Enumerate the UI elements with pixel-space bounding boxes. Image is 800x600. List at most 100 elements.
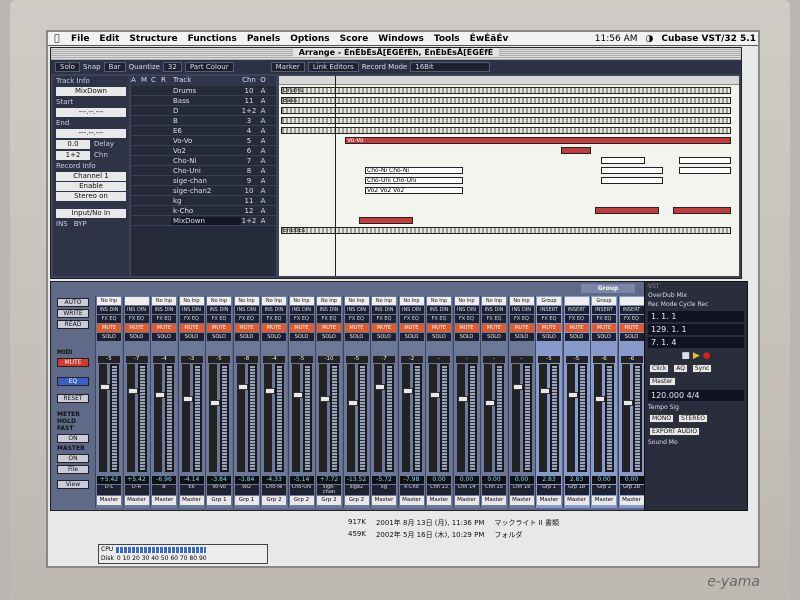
output-route[interactable]: Grp 2 xyxy=(317,496,341,505)
apple-menu-icon[interactable]:  xyxy=(48,34,66,44)
menu-functions[interactable]: Functions xyxy=(183,34,242,44)
track-channel[interactable]: 11 xyxy=(241,197,257,205)
part-kg-a[interactable] xyxy=(595,207,659,214)
input-select[interactable]: No Inp xyxy=(179,297,204,305)
fader-track[interactable] xyxy=(511,364,523,472)
mute-button[interactable]: MUTE xyxy=(97,324,121,332)
track-output[interactable]: A xyxy=(257,127,269,135)
channel-name[interactable]: sige-chan xyxy=(317,485,341,495)
menu-options[interactable]: Options xyxy=(285,34,334,44)
click-button[interactable]: Click xyxy=(649,364,670,373)
part-cho-ni[interactable]: Cho-Ni Cho-Ni xyxy=(365,167,463,174)
output-route[interactable]: Grp 2 xyxy=(262,496,286,505)
stop-icon[interactable]: ■ xyxy=(681,351,690,361)
inspector-track-name[interactable]: MixDown xyxy=(56,87,126,96)
fader-knob[interactable] xyxy=(237,384,248,390)
mute-button[interactable]: MUTE xyxy=(399,324,424,332)
track-name[interactable]: Bass xyxy=(171,97,241,105)
play-icon[interactable]: ▶ xyxy=(693,351,700,361)
input-select[interactable]: No Inp xyxy=(482,297,506,305)
write-button[interactable]: WRITE xyxy=(57,309,89,318)
insert-button[interactable]: INS DIN xyxy=(262,306,286,314)
channel-name[interactable]: kg xyxy=(372,485,396,495)
part-vo2-d[interactable]: Vo2 Vo2 Vo2 xyxy=(365,187,463,194)
track-channel[interactable]: 1+2 xyxy=(241,217,257,225)
track-name[interactable]: Vo2 xyxy=(171,147,241,155)
track-channel[interactable]: 9 xyxy=(241,177,257,185)
channel-name[interactable]: Grp 1 xyxy=(537,485,561,495)
solo-button[interactable]: SOLO xyxy=(124,333,149,341)
fader-track[interactable] xyxy=(594,364,605,472)
channel-name[interactable]: E6 xyxy=(179,485,204,495)
solo-button[interactable]: SOLO xyxy=(262,333,286,341)
fader-knob[interactable] xyxy=(265,388,275,394)
fader-knob[interactable] xyxy=(402,388,413,394)
solo-button[interactable]: Solo xyxy=(55,62,80,72)
solo-button[interactable]: SOLO xyxy=(427,333,451,341)
input-select[interactable]: No Inp xyxy=(234,297,259,305)
fx-eq-button[interactable]: FX EQ xyxy=(97,315,121,323)
channel-select[interactable]: Channel 1 xyxy=(56,172,126,181)
time-ruler[interactable] xyxy=(279,76,739,85)
fader-value[interactable]: -7.98 xyxy=(399,476,424,484)
fader-knob[interactable] xyxy=(100,384,110,390)
mute-button[interactable]: MUTE xyxy=(482,324,506,332)
input-select[interactable]: No Inp xyxy=(372,297,396,305)
fx-eq-button[interactable]: FX EQ xyxy=(427,315,451,323)
mute-button[interactable]: MUTE xyxy=(317,324,341,332)
midi-mute-button[interactable]: MUTE xyxy=(57,358,89,367)
fx-eq-button[interactable]: FX EQ xyxy=(482,315,506,323)
track-name[interactable]: Cho-Ni xyxy=(171,157,241,165)
fx-eq-button[interactable]: FX EQ xyxy=(564,315,589,323)
insert-button[interactable]: INSERT xyxy=(619,306,644,314)
end-field[interactable]: ---.--.--- xyxy=(56,129,126,138)
track-channel[interactable]: 7 xyxy=(241,157,257,165)
channel-name[interactable]: Cho-Uni xyxy=(289,485,314,495)
record-mode-select[interactable]: 16Bit xyxy=(410,62,491,72)
fx-eq-button[interactable]: FX EQ xyxy=(289,315,314,323)
fader-value[interactable]: -5.72 xyxy=(372,476,396,484)
fader-value[interactable]: -13.52 xyxy=(344,476,369,484)
track-channel[interactable]: 4 xyxy=(241,127,257,135)
marker-button[interactable]: Marker xyxy=(270,62,305,72)
track-output[interactable]: A xyxy=(257,177,269,185)
channel-name[interactable]: Chn 16 xyxy=(509,485,534,495)
fader-value[interactable]: +5.42 xyxy=(124,476,149,484)
track-name[interactable]: Drums xyxy=(171,87,241,95)
output-route[interactable]: Grp 1 xyxy=(207,496,231,505)
fx-eq-button[interactable]: FX EQ xyxy=(509,315,534,323)
solo-button[interactable]: SOLO xyxy=(207,333,231,341)
fx-eq-button[interactable]: FX EQ xyxy=(207,315,231,323)
byp-button[interactable]: BYP xyxy=(74,220,87,228)
part-cho-ni-3[interactable] xyxy=(679,167,731,174)
solo-button[interactable]: SOLO xyxy=(537,333,561,341)
track-output[interactable]: A xyxy=(257,97,269,105)
channel-name[interactable]: Grp 2b xyxy=(619,485,644,495)
track-name[interactable]: MixDown xyxy=(171,216,241,225)
output-route[interactable]: Grp 1 xyxy=(234,496,259,505)
fx-eq-button[interactable]: FX EQ xyxy=(344,315,369,323)
fx-eq-button[interactable]: FX EQ xyxy=(317,315,341,323)
fx-eq-button[interactable]: FX EQ xyxy=(454,315,479,323)
auto-quantize-button[interactable]: AQ xyxy=(673,364,688,373)
channel-name[interactable]: Grp 1b xyxy=(564,485,589,495)
stereo-toggle[interactable]: Stereo on xyxy=(56,192,126,201)
mute-button[interactable]: MUTE xyxy=(124,324,149,332)
master-button[interactable]: Master xyxy=(649,377,676,386)
menu-file[interactable]: File xyxy=(66,34,94,44)
mute-button[interactable]: MUTE xyxy=(427,324,451,332)
menu-windows[interactable]: Windows xyxy=(373,34,429,44)
menu-structure[interactable]: Structure xyxy=(124,34,182,44)
mute-button[interactable]: MUTE xyxy=(179,324,204,332)
track-channel[interactable]: 11 xyxy=(241,97,257,105)
track-name[interactable]: k-Cho xyxy=(171,207,241,215)
channel-name[interactable]: Vo2 xyxy=(234,485,259,495)
fader-track[interactable] xyxy=(429,364,440,472)
quantize-select[interactable]: 32 xyxy=(162,62,182,72)
fader-knob[interactable] xyxy=(430,392,440,398)
channel-name[interactable]: Chn 13 xyxy=(427,485,451,495)
track-output[interactable]: A xyxy=(257,147,269,155)
help-balloon-icon[interactable]: ◑ xyxy=(646,34,654,44)
fader-knob[interactable] xyxy=(595,396,605,402)
eq-button[interactable]: EQ xyxy=(57,377,89,386)
